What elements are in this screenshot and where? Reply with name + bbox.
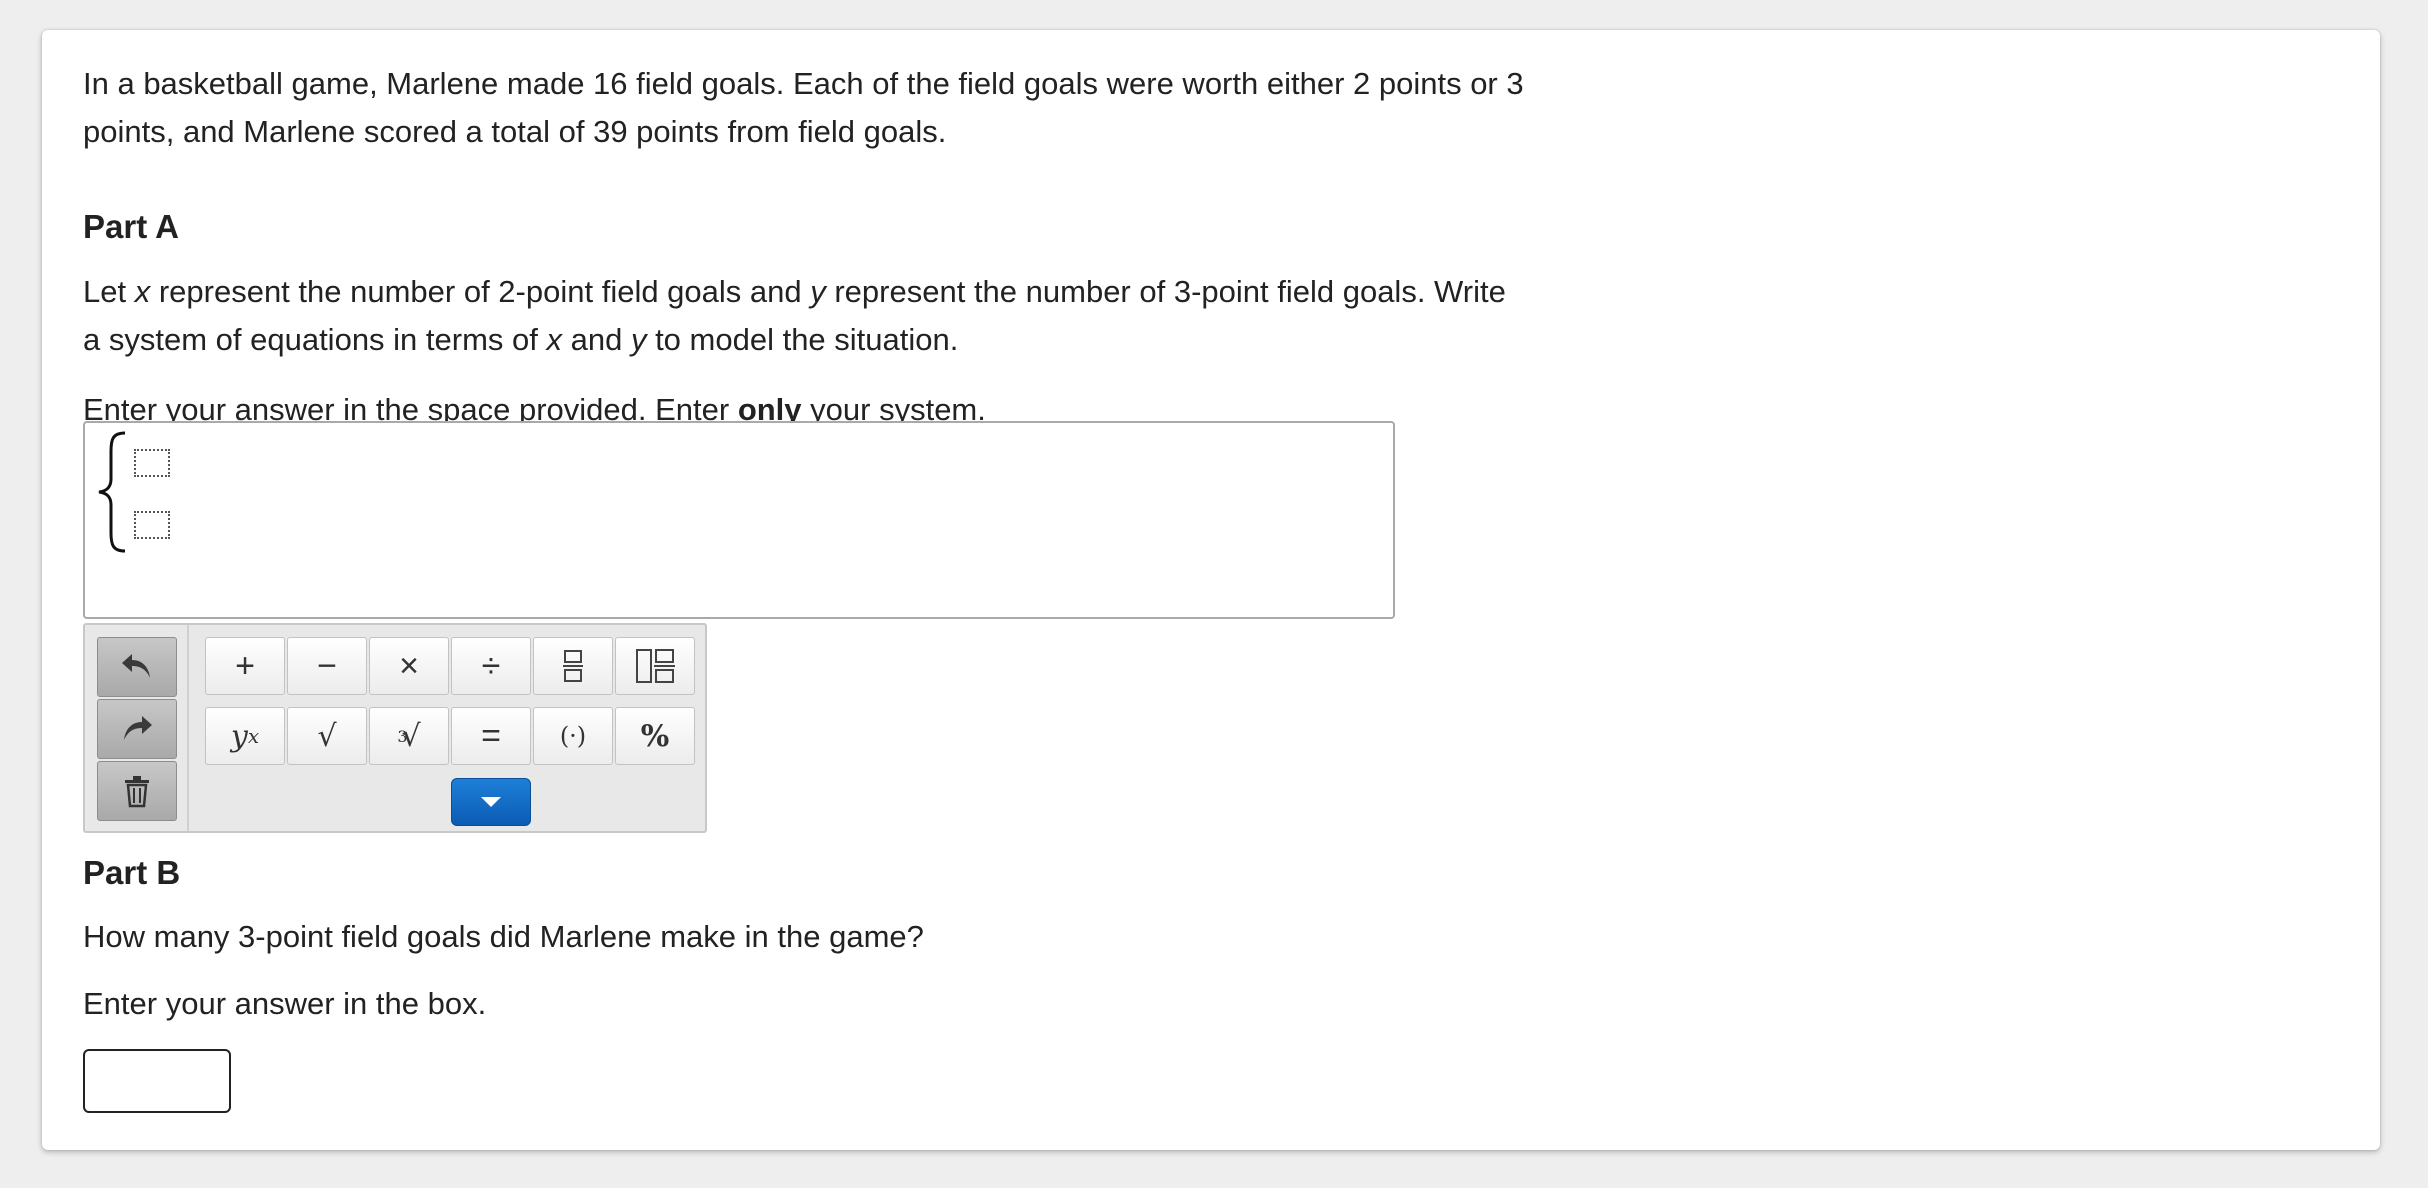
part-b-question: How many 3-point field goals did Marlene… — [83, 919, 924, 954]
exponent-key[interactable]: yx — [205, 707, 285, 765]
equation-slot-2[interactable] — [134, 511, 170, 539]
divide-key[interactable]: ÷ — [451, 637, 531, 695]
part-b-instruction: Enter your answer in the box. — [83, 986, 487, 1021]
expand-keypad-button[interactable] — [451, 778, 531, 826]
equation-slot-1[interactable] — [134, 449, 170, 477]
stem-text: In a basketball game, Marlene made 16 fi… — [83, 66, 1524, 149]
chevron-down-icon — [481, 797, 501, 807]
redo-button[interactable] — [97, 699, 177, 759]
undo-icon — [122, 654, 150, 678]
times-key[interactable]: × — [369, 637, 449, 695]
redo-icon — [124, 716, 152, 740]
percent-key[interactable]: % — [615, 707, 695, 765]
minus-key[interactable]: − — [287, 637, 367, 695]
part-a-prompt: Let x represent the number of 2-point fi… — [83, 274, 1506, 357]
undo-button[interactable] — [97, 637, 177, 697]
parentheses-key[interactable]: (·) — [533, 707, 613, 765]
clear-button[interactable] — [97, 761, 177, 821]
fraction-key[interactable] — [533, 637, 613, 695]
mixed-number-key[interactable] — [615, 637, 695, 695]
system-brace-icon — [98, 431, 126, 553]
question-card: In a basketball game, Marlene made 16 fi… — [42, 30, 2380, 1150]
math-keypad: + − × ÷ yx √ 3 √ = (·) % — [83, 623, 707, 833]
cube-root-key[interactable]: 3 √ — [369, 707, 449, 765]
part-b-title: Part B — [83, 854, 181, 891]
part-a-title: Part A — [83, 208, 179, 245]
answer-input[interactable] — [83, 1049, 231, 1113]
plus-key[interactable]: + — [205, 637, 285, 695]
keypad-history-controls — [85, 625, 189, 831]
square-root-key[interactable]: √ — [287, 707, 367, 765]
mixed-fraction-icon — [636, 649, 675, 683]
equals-key[interactable]: = — [451, 707, 531, 765]
fraction-icon — [563, 650, 583, 682]
equation-editor[interactable] — [83, 421, 1395, 619]
question-content: In a basketball game, Marlene made 16 fi… — [83, 60, 1643, 427]
trash-icon — [125, 776, 149, 808]
